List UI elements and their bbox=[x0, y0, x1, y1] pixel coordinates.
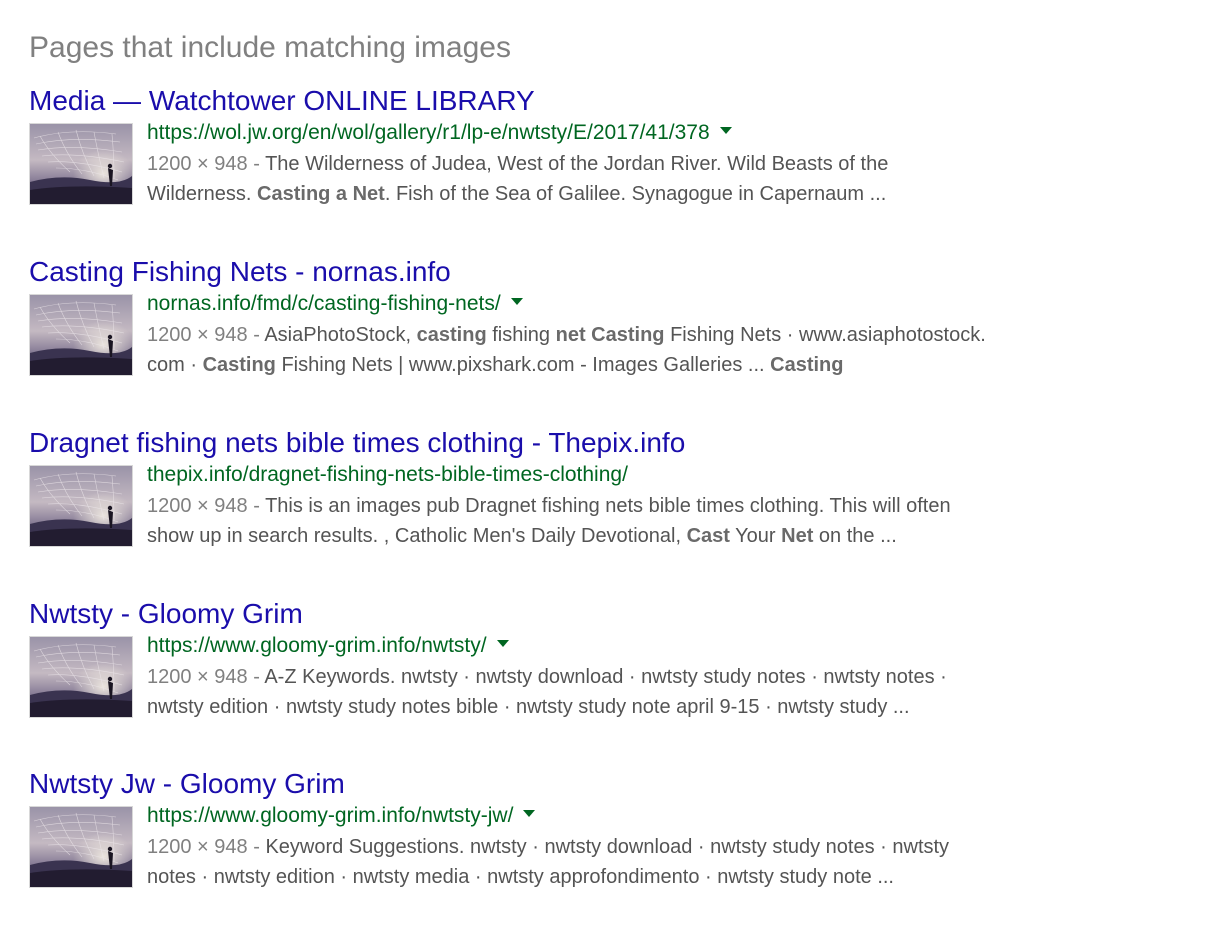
image-dimensions: 1200 × 948 - bbox=[147, 324, 265, 346]
result-thumbnail-image[interactable] bbox=[29, 636, 133, 718]
search-result: Casting Fishing Nets - nornas.info norna… bbox=[29, 255, 1129, 376]
snippet-highlight: Casting bbox=[202, 354, 276, 376]
snippet-line: 1200 × 948 - This is an images pub Dragn… bbox=[147, 491, 1087, 521]
image-dimensions: 1200 × 948 - bbox=[147, 495, 266, 517]
result-title-link[interactable]: Nwtsty Jw - Gloomy Grim bbox=[29, 767, 345, 801]
snippet-line: 1200 × 948 - AsiaPhotoStock, casting fis… bbox=[147, 320, 1087, 350]
snippet-text: Fishing Nets · www.asiaphotostock. bbox=[664, 324, 986, 346]
result-snippet: 1200 × 948 - A-Z Keywords. nwtsty · nwts… bbox=[147, 662, 1087, 722]
snippet-highlight: Net bbox=[781, 525, 814, 547]
snippet-text: This is an images pub Dragnet fishing ne… bbox=[265, 495, 951, 517]
dropdown-caret-icon[interactable] bbox=[523, 809, 536, 817]
result-url-text[interactable]: https://www.gloomy-grim.info/nwtsty/ bbox=[147, 634, 487, 657]
result-url-text[interactable]: https://www.gloomy-grim.info/nwtsty-jw/ bbox=[147, 804, 513, 827]
snippet-highlight: Cast bbox=[686, 525, 730, 547]
result-body: https://www.gloomy-grim.info/nwtsty/1200… bbox=[29, 631, 1129, 718]
result-body: nornas.info/fmd/c/casting-fishing-nets/1… bbox=[29, 289, 1129, 376]
snippet-line: notes · nwtsty edition · nwtsty media · … bbox=[147, 862, 1087, 892]
result-body: https://www.gloomy-grim.info/nwtsty-jw/1… bbox=[29, 801, 1129, 888]
snippet-text: on the ... bbox=[813, 525, 897, 547]
result-url: https://www.gloomy-grim.info/nwtsty-jw/ bbox=[147, 801, 536, 831]
result-thumbnail-image[interactable] bbox=[29, 806, 133, 888]
snippet-text: notes · nwtsty edition · nwtsty media · … bbox=[147, 866, 894, 888]
dropdown-caret-icon[interactable] bbox=[496, 639, 509, 647]
result-thumbnail-image[interactable] bbox=[29, 294, 133, 376]
result-title-link[interactable]: Nwtsty - Gloomy Grim bbox=[29, 597, 303, 631]
snippet-text: Wilderness. bbox=[147, 183, 258, 205]
result-snippet: 1200 × 948 - AsiaPhotoStock, casting fis… bbox=[147, 320, 1087, 380]
snippet-line: com · Casting Fishing Nets | www.pixshar… bbox=[147, 350, 1087, 380]
result-snippet: 1200 × 948 - The Wilderness of Judea, We… bbox=[147, 149, 1087, 209]
result-thumbnail-image[interactable] bbox=[29, 123, 133, 205]
snippet-highlight: Casting a Net bbox=[257, 183, 385, 205]
result-url-text[interactable]: https://wol.jw.org/en/wol/gallery/r1/lp-… bbox=[147, 121, 710, 144]
dropdown-caret-icon[interactable] bbox=[719, 126, 732, 134]
snippet-line: 1200 × 948 - Keyword Suggestions. nwtsty… bbox=[147, 832, 1087, 862]
snippet-text: show up in search results. , Catholic Me… bbox=[147, 525, 687, 547]
snippet-line: Wilderness. Casting a Net. Fish of the S… bbox=[147, 179, 1087, 209]
dropdown-caret-icon[interactable] bbox=[510, 297, 523, 305]
snippet-highlight: casting bbox=[416, 324, 487, 346]
snippet-text: A-Z Keywords. nwtsty · nwtsty download ·… bbox=[264, 666, 947, 688]
snippet-text: Fishing Nets | www.pixshark.com - Images… bbox=[275, 354, 771, 376]
result-thumbnail-image[interactable] bbox=[29, 465, 133, 547]
result-url: nornas.info/fmd/c/casting-fishing-nets/ bbox=[147, 289, 523, 319]
search-result: Media — Watchtower ONLINE LIBRARY https:… bbox=[29, 84, 1129, 205]
snippet-text: Keyword Suggestions. nwtsty · nwtsty dow… bbox=[265, 836, 950, 858]
snippet-line: 1200 × 948 - A-Z Keywords. nwtsty · nwts… bbox=[147, 662, 1087, 692]
snippet-highlight: Casting bbox=[770, 354, 844, 376]
snippet-text: . Fish of the Sea of Galilee. Synagogue … bbox=[384, 183, 887, 205]
snippet-text: The Wilderness of Judea, West of the Jor… bbox=[265, 153, 889, 175]
result-snippet: 1200 × 948 - Keyword Suggestions. nwtsty… bbox=[147, 832, 1087, 892]
search-result: Nwtsty - Gloomy Grim https://www.gloomy-… bbox=[29, 597, 1129, 718]
result-url-text[interactable]: thepix.info/dragnet-fishing-nets-bible-t… bbox=[147, 463, 628, 486]
result-title-link[interactable]: Dragnet fishing nets bible times clothin… bbox=[29, 426, 685, 460]
snippet-text: nwtsty edition · nwtsty study notes bibl… bbox=[147, 696, 910, 718]
snippet-text: fishing bbox=[486, 324, 556, 346]
snippet-text: Your bbox=[729, 525, 782, 547]
image-dimensions: 1200 × 948 - bbox=[147, 666, 265, 688]
search-result: Dragnet fishing nets bible times clothin… bbox=[29, 426, 1129, 547]
snippet-line: show up in search results. , Catholic Me… bbox=[147, 521, 1087, 551]
result-url: thepix.info/dragnet-fishing-nets-bible-t… bbox=[147, 460, 628, 490]
image-dimensions: 1200 × 948 - bbox=[147, 153, 266, 175]
snippet-highlight: net Casting bbox=[555, 324, 665, 346]
snippet-text: com · bbox=[147, 354, 203, 376]
result-title-link[interactable]: Casting Fishing Nets - nornas.info bbox=[29, 255, 451, 289]
snippet-text: AsiaPhotoStock, bbox=[264, 324, 417, 346]
result-title-link[interactable]: Media — Watchtower ONLINE LIBRARY bbox=[29, 84, 535, 118]
result-url: https://wol.jw.org/en/wol/gallery/r1/lp-… bbox=[147, 118, 732, 148]
result-body: thepix.info/dragnet-fishing-nets-bible-t… bbox=[29, 460, 1129, 547]
image-dimensions: 1200 × 948 - bbox=[147, 836, 266, 858]
snippet-line: 1200 × 948 - The Wilderness of Judea, We… bbox=[147, 149, 1087, 179]
snippet-line: nwtsty edition · nwtsty study notes bibl… bbox=[147, 692, 1087, 722]
result-snippet: 1200 × 948 - This is an images pub Dragn… bbox=[147, 491, 1087, 551]
section-heading: Pages that include matching images bbox=[29, 31, 511, 64]
result-url: https://www.gloomy-grim.info/nwtsty/ bbox=[147, 631, 509, 661]
search-result: Nwtsty Jw - Gloomy Grim https://www.gloo… bbox=[29, 767, 1129, 888]
result-body: https://wol.jw.org/en/wol/gallery/r1/lp-… bbox=[29, 118, 1129, 205]
result-url-text[interactable]: nornas.info/fmd/c/casting-fishing-nets/ bbox=[147, 292, 501, 315]
